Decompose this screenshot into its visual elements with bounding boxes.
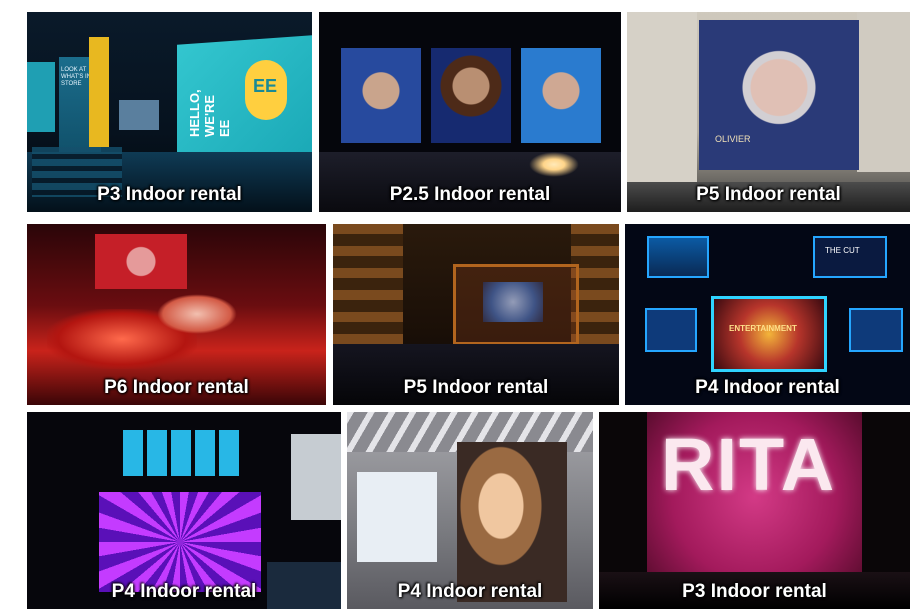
floor-circle: [157, 294, 237, 334]
booth: [357, 472, 437, 562]
tile-caption: P4 Indoor rental: [397, 581, 543, 602]
screen-text: RITA: [661, 423, 837, 506]
screen-text: OLIVIER: [715, 134, 751, 144]
led-screen-center: [431, 48, 511, 143]
monitor-right: [291, 434, 341, 520]
led-screen: [699, 20, 859, 170]
photo-tile-outdoor: OLIVIER P5 Indoor rental: [627, 12, 910, 212]
led-screen-topleft: [647, 236, 709, 278]
photo-tile-red-arena: P6 Indoor rental: [27, 224, 326, 405]
led-panels-top: [123, 430, 241, 476]
photo-tile-rita: RITA P3 Indoor rental: [599, 412, 910, 609]
frame-panels: [453, 264, 579, 345]
screen-text: HELLO, WE'RE EE: [187, 89, 232, 137]
ee-logo-text: EE: [253, 76, 278, 96]
screen-text-right: ENTERTAINMENT: [729, 324, 797, 333]
left-screen: [27, 62, 55, 132]
tile-caption: P3 Indoor rental: [682, 581, 827, 602]
photo-tile-theatre: P5 Indoor rental: [333, 224, 619, 405]
tile-caption: P5 Indoor rental: [696, 184, 841, 205]
led-screen-left: [341, 48, 421, 143]
photo-tile-exhibition: P4 Indoor rental: [347, 412, 593, 609]
led-screen-center: [711, 296, 827, 372]
gallery: { "gallery": { "tiles": [ {"caption": "P…: [0, 0, 917, 609]
photo-tile-concert: P2.5 Indoor rental: [319, 12, 621, 212]
tile-caption: P2.5 Indoor rental: [389, 184, 551, 205]
display-box: [119, 100, 159, 130]
led-screen-left: [645, 308, 697, 352]
led-screen: [95, 234, 187, 289]
screen-text-left: THE CUT: [825, 246, 860, 255]
balcony-left: [333, 224, 403, 344]
led-screen: [457, 442, 567, 602]
photo-tile-tv-stage: THE CUT ENTERTAINMENT P4 Indoor rental: [625, 224, 910, 405]
photo-tile-control-room: P4 Indoor rental: [27, 412, 341, 609]
led-screen-right: [521, 48, 601, 143]
tile-caption: P3 Indoor rental: [97, 184, 242, 205]
photo-tile-ee-stage: HELLO, WE'RE EE EE LOOK AT WHAT'S IN STO…: [27, 12, 312, 212]
building-right: [857, 12, 910, 172]
tile-caption: P4 Indoor rental: [695, 377, 840, 398]
tile-caption: P4 Indoor rental: [111, 581, 257, 602]
led-screen-main: [99, 492, 261, 592]
tile-caption: P5 Indoor rental: [403, 377, 549, 398]
led-screen-topright: [813, 236, 887, 278]
yellow-banner: [89, 37, 109, 147]
spot-light: [529, 152, 579, 177]
tile-caption: P6 Indoor rental: [104, 377, 249, 398]
led-screen-right: [849, 308, 903, 352]
